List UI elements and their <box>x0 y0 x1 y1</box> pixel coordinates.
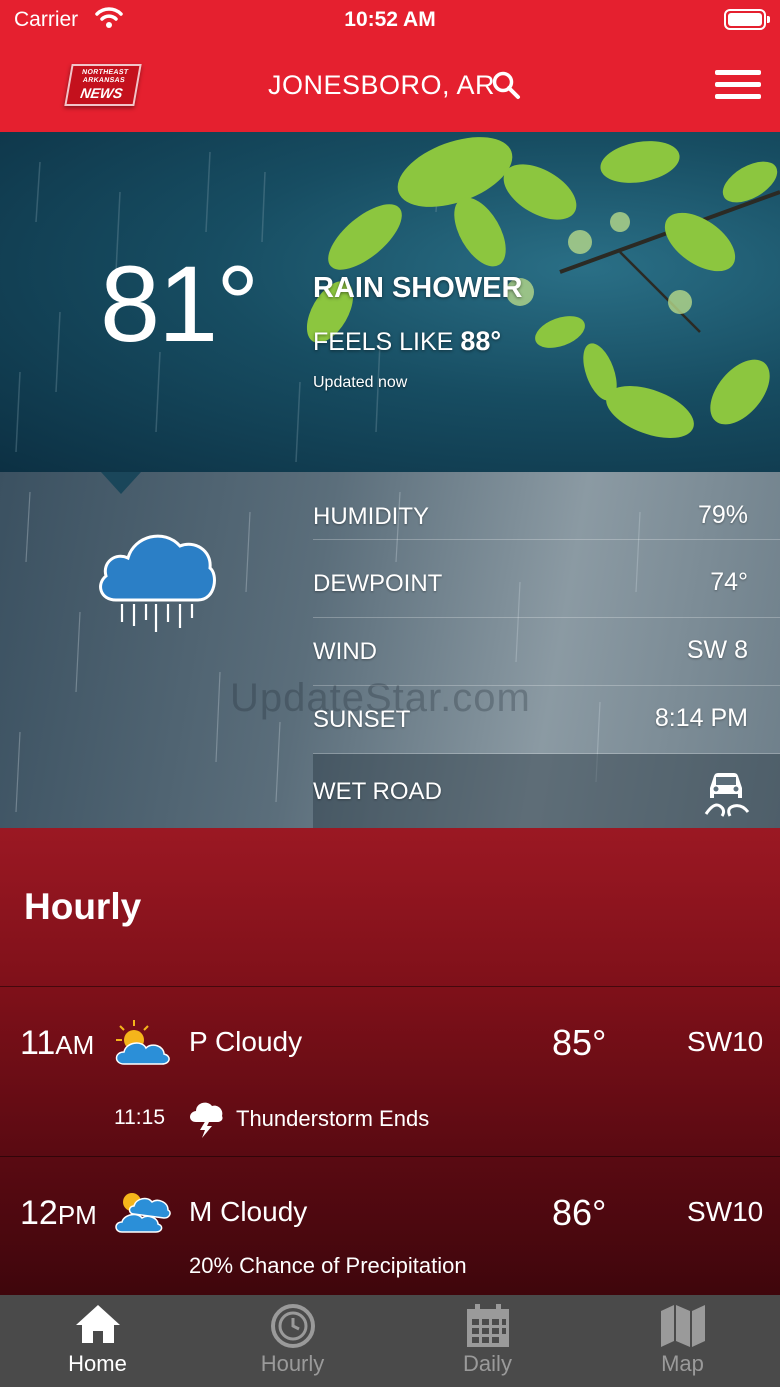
home-icon <box>75 1305 120 1343</box>
alert-time: 11:15 <box>114 1106 165 1129</box>
status-bar: Carrier 10:52 AM <box>0 0 780 42</box>
detail-label: WET ROAD <box>313 778 442 805</box>
hourly-temperature: 85° <box>552 1022 607 1063</box>
current-condition: RAIN SHOWER <box>313 272 523 304</box>
tab-label: Map <box>661 1351 704 1376</box>
tab-label: Hourly <box>260 1351 325 1376</box>
divider <box>0 1156 780 1157</box>
hourly-condition: P Cloudy <box>189 1026 303 1057</box>
watermark-text: UpdateStar.com <box>230 676 531 720</box>
status-time: 10:52 AM <box>344 8 436 31</box>
feels-like: FEELS LIKE 88° <box>313 326 501 357</box>
detail-row-humidity: HUMIDITY 79% <box>313 472 780 540</box>
detail-row-wet-road[interactable]: WET ROAD <box>313 754 780 828</box>
calendar-icon <box>466 1304 509 1347</box>
hero-pointer <box>101 472 141 494</box>
map-icon <box>660 1305 705 1347</box>
clock-icon <box>270 1304 315 1348</box>
hamburger-menu-icon[interactable] <box>715 70 761 100</box>
detail-value: 8:14 PM <box>654 704 748 732</box>
battery-icon <box>724 9 770 30</box>
tab-daily[interactable]: Daily <box>390 1295 585 1387</box>
feels-like-label: FEELS LIKE <box>313 328 454 356</box>
app-header: Carrier 10:52 AM NORTHEAST ARKANSAS NEWS… <box>0 0 780 132</box>
logo-line1: NORTHEAST ARKANSAS <box>81 69 129 84</box>
location-title[interactable]: JONESBORO, AR <box>268 70 495 101</box>
hourly-condition: M Cloudy <box>189 1196 308 1227</box>
hourly-section: Hourly 11AM P Cloudy 85° SW10 11:15 Thun… <box>0 828 780 1295</box>
tab-label: Home <box>68 1351 127 1376</box>
updated-label: Updated now <box>313 374 408 391</box>
tab-map[interactable]: Map <box>585 1295 780 1387</box>
hourly-title: Hourly <box>24 886 142 927</box>
partly-cloudy-icon <box>115 1020 170 1065</box>
thunderstorm-icon <box>190 1102 223 1138</box>
tab-home[interactable]: Home <box>0 1295 195 1387</box>
hour-label: 11AM <box>20 1024 95 1062</box>
current-temperature: 81° <box>100 243 259 364</box>
tab-label: Daily <box>463 1351 512 1376</box>
detail-value: 74° <box>710 568 748 596</box>
tab-hourly[interactable]: Hourly <box>195 1295 390 1387</box>
detail-value: SW 8 <box>686 636 748 664</box>
alert-text: Thunderstorm Ends <box>236 1106 430 1131</box>
logo-line2: NEWS <box>79 85 124 101</box>
detail-value: 79% <box>697 501 748 529</box>
news-logo[interactable]: NORTHEAST ARKANSAS NEWS <box>64 64 142 106</box>
search-icon[interactable] <box>491 70 521 100</box>
slippery-road-icon <box>704 773 750 817</box>
detail-label: HUMIDITY <box>313 503 429 530</box>
rain-cloud-icon <box>99 534 216 632</box>
current-conditions-hero: 81° RAIN SHOWER FEELS LIKE 88° Updated n… <box>0 132 780 472</box>
detail-label: DEWPOINT <box>313 570 443 597</box>
mostly-cloudy-icon <box>115 1193 171 1233</box>
feels-like-value: 88° <box>460 326 502 356</box>
hourly-temperature: 86° <box>552 1192 607 1233</box>
hour-label: 12PM <box>20 1194 97 1232</box>
detail-label: WIND <box>313 638 377 665</box>
detail-row-dewpoint: DEWPOINT 74° <box>313 550 780 618</box>
precip-chance: 20% Chance of Precipitation <box>189 1253 467 1278</box>
hourly-wind: SW10 <box>687 1196 764 1227</box>
bottom-tab-bar: Home Hourly Daily Map <box>0 1295 780 1387</box>
hourly-wind: SW10 <box>687 1026 764 1057</box>
divider <box>0 986 780 987</box>
